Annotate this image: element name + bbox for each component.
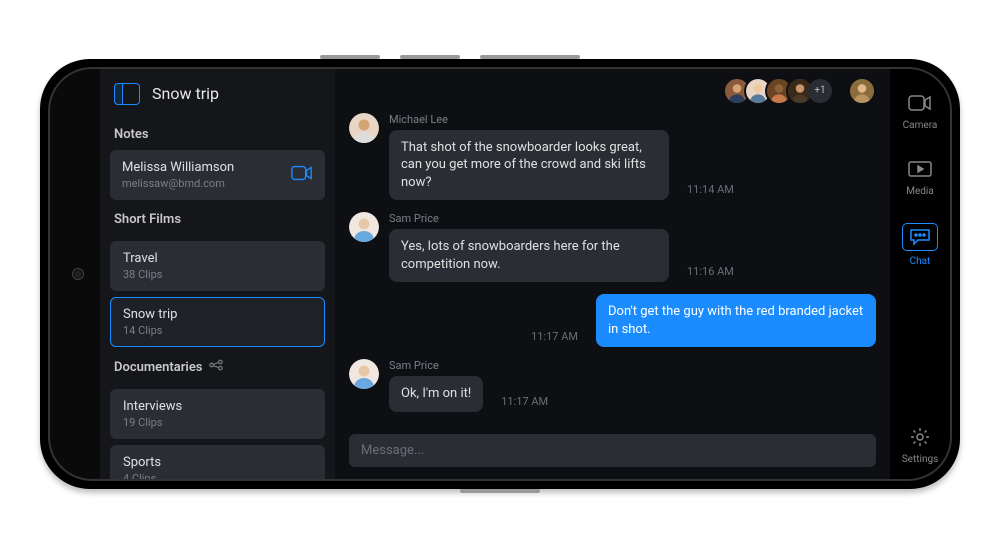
incoming-message: Sam Price Yes, lots of snowboarders here … [349,212,876,282]
main-area: +1 Michael Lee That shot of the snowboard… [335,69,890,479]
incoming-message: Sam Price Ok, I'm on it! 11:17 AM [349,359,876,412]
message-avatar [349,113,379,143]
notes-user-card[interactable]: Melissa Williamson melissaw@bmd.com [110,150,325,200]
message-author: Sam Price [389,359,483,372]
section-label: Documentaries [100,347,335,383]
nav-media[interactable]: Media [905,157,935,197]
outgoing-message: 11:17 AM Don't get the guy with the red b… [349,294,876,347]
message-avatar [349,359,379,389]
nav-label: Camera [903,120,938,131]
user-email: melissaw@bmd.com [122,177,234,190]
share-icon [209,360,223,375]
project-title: Travel [123,251,312,266]
project-subtitle: 14 Clips [123,324,312,337]
self-avatar[interactable] [848,77,876,105]
message-avatar [349,212,379,242]
nav-settings[interactable]: Settings [902,425,939,465]
participant-avatars[interactable]: +1 [723,77,832,105]
project-title: Sports [123,455,312,470]
project-item[interactable]: Interviews 19 Clips [110,389,325,439]
message-time: 11:17 AM [531,330,578,343]
phone-frame: Snow trip Notes Melissa Williamson melis… [40,59,960,489]
nav-camera[interactable]: Camera [903,91,938,131]
project-title: Snow trip [123,307,312,322]
incoming-message: Michael Lee That shot of the snowboarder … [349,113,876,201]
nav-label: Settings [902,454,939,465]
message-time: 11:14 AM [687,183,734,196]
project-item[interactable]: Travel 38 Clips [110,241,325,291]
front-camera-dot [72,268,84,280]
chat-messages: Michael Lee That shot of the snowboarder … [335,113,890,428]
project-title: Interviews [123,399,312,414]
section-label: Short Films [100,200,335,235]
nav-label: Chat [910,256,931,267]
main-header: +1 [335,69,890,113]
gear-icon [905,425,935,449]
nav-label: Media [906,186,934,197]
page-title: Snow trip [152,84,219,103]
message-time: 11:17 AM [501,395,548,408]
message-bubble: Don't get the guy with the red branded j… [596,294,876,347]
message-bubble: Ok, I'm on it! [389,376,483,412]
nav-chat[interactable]: Chat [902,223,938,267]
avatar-overflow-count: +1 [808,79,832,103]
message-bubble: Yes, lots of snowboarders here for the c… [389,229,669,282]
notes-section-label: Notes [100,115,335,150]
message-bubble: That shot of the snowboarder looks great… [389,130,669,201]
message-author: Michael Lee [389,113,669,126]
message-author: Sam Price [389,212,669,225]
project-subtitle: 19 Clips [123,416,312,429]
camera-icon [905,91,935,115]
message-input[interactable]: Message... [349,434,876,467]
media-icon [905,157,935,181]
message-time: 11:16 AM [687,265,734,278]
phone-hw-button-bottom [460,489,540,493]
project-item[interactable]: Sports 4 Clips [110,445,325,479]
user-name: Melissa Williamson [122,160,234,175]
right-nav: Camera Media Chat Settings [890,69,950,479]
project-subtitle: 38 Clips [123,268,312,281]
chat-icon [902,223,938,251]
project-subtitle: 4 Clips [123,472,312,479]
phone-hw-buttons [320,55,620,59]
panel-toggle-button[interactable] [114,83,140,105]
camera-icon [291,165,313,185]
project-item[interactable]: Snow trip 14 Clips [110,297,325,347]
sidebar: Snow trip Notes Melissa Williamson melis… [100,69,335,479]
